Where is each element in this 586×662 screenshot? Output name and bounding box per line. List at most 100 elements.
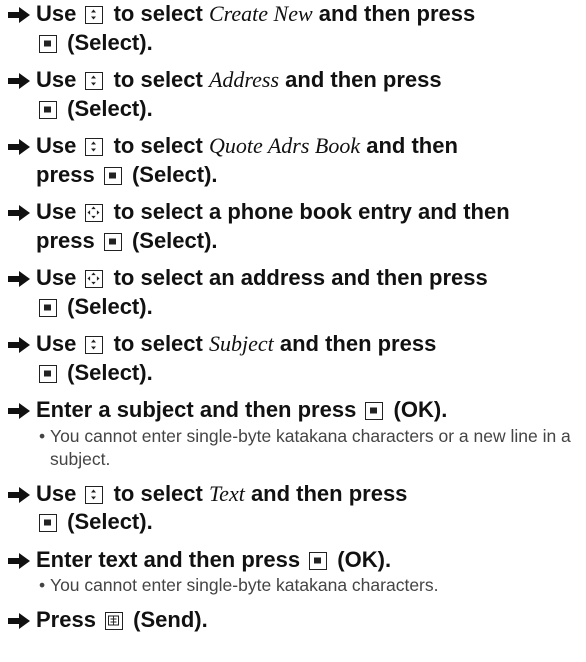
step-2-line-1: Use to select Address and then press [8, 66, 584, 95]
step-text: (Select). [125, 161, 218, 187]
right-arrow-icon [8, 139, 30, 155]
step-text: Use [36, 133, 83, 158]
right-arrow-icon [8, 552, 30, 569]
bullet: • [39, 575, 46, 595]
step-text: and then press [273, 331, 437, 356]
updown-navigation-key-icon [85, 6, 104, 24]
step-6-line-1: Use to select Subject and then press [8, 330, 584, 359]
center-select-key-icon [39, 34, 57, 53]
step-text: to select an address and then press [107, 265, 488, 290]
step-10: Press (Send). [8, 606, 584, 635]
step-text: Enter text and then press [36, 546, 307, 572]
center-select-key-icon [39, 100, 57, 119]
step-text: Use [36, 67, 83, 92]
right-arrow-icon [8, 73, 30, 89]
step-text: to select [107, 67, 209, 92]
step-6: Use to select Subject and then press (Se… [8, 330, 584, 387]
step-10-line-1: Press (Send). [8, 606, 584, 635]
step-1-line-1: Use to select Create New and then press [8, 0, 584, 29]
step-text: (Select). [61, 29, 153, 55]
step-text: (Select). [61, 95, 153, 121]
step-3-line-2: press (Select). [8, 161, 584, 190]
multi-direction-navigation-key-icon [85, 270, 104, 288]
step-7: Enter a subject and then press (OK). • Y… [8, 396, 584, 471]
step-text: to select [107, 480, 209, 506]
center-select-key-icon [103, 166, 122, 185]
step-text: Enter a subject and then press [36, 397, 363, 422]
step-8-line-1: Use to select Text and then press [8, 480, 584, 509]
step-5: Use to select an address and then press … [8, 264, 584, 321]
step-text: to select a phone book entry and then [107, 199, 510, 224]
menu-term: Address [208, 67, 280, 92]
updown-navigation-key-icon [85, 485, 104, 504]
right-arrow-icon [8, 613, 30, 629]
menu-term: Subject [208, 331, 274, 356]
instruction-steps: Use to select Create New and then press … [8, 0, 584, 644]
updown-navigation-key-icon [85, 72, 104, 90]
step-2-line-2: (Select). [8, 95, 584, 124]
step-3-line-1: Use to select Quote Adrs Book and then [8, 132, 584, 161]
right-arrow-icon [8, 205, 30, 221]
step-text: Use [36, 199, 83, 224]
step-text: press [36, 161, 101, 187]
step-1-line-2: (Select). [8, 29, 584, 58]
step-text: to select [107, 1, 209, 26]
step-9-line-1: Enter text and then press (OK). [8, 546, 584, 575]
right-arrow-icon [8, 7, 30, 23]
step-1: Use to select Create New and then press … [8, 0, 584, 57]
step-text: to select [107, 133, 209, 158]
step-9-note: • You cannot enter single-byte katakana … [8, 574, 584, 597]
step-3: Use to select Quote Adrs Book and then p… [8, 132, 584, 189]
step-5-line-1: Use to select an address and then press [8, 264, 584, 293]
center-select-key-icon [39, 298, 57, 317]
right-arrow-icon [8, 403, 30, 419]
step-4-line-2: press (Select). [8, 227, 584, 256]
center-select-key-icon [39, 364, 57, 383]
bullet: • [39, 425, 46, 446]
step-2: Use to select Address and then press (Se… [8, 66, 584, 123]
step-text: (Select). [125, 227, 218, 253]
step-6-line-2: (Select). [8, 359, 584, 388]
step-4: Use to select a phone book entry and the… [8, 198, 584, 255]
step-text: (Select). [61, 293, 153, 319]
step-text: and then press [244, 480, 408, 506]
updown-navigation-key-icon [85, 138, 104, 156]
center-select-key-icon [309, 551, 328, 570]
step-text: Use [36, 1, 83, 26]
note-text: You cannot enter single-byte katakana ch… [50, 575, 439, 595]
updown-navigation-key-icon [85, 336, 104, 354]
multi-direction-navigation-key-icon [85, 204, 104, 222]
right-arrow-icon [8, 337, 30, 353]
step-text: and then press [279, 67, 442, 92]
step-text: Use [36, 265, 83, 290]
center-select-key-icon [39, 514, 57, 532]
step-9: Enter text and then press (OK). • You ca… [8, 546, 584, 598]
step-8: Use to select Text and then press (Selec… [8, 480, 584, 537]
step-text: press [36, 227, 101, 253]
menu-term: Quote Adrs Book [208, 133, 361, 158]
menu-term: Create New [208, 1, 313, 26]
step-text: Press [36, 607, 103, 632]
step-text: (OK). [387, 397, 448, 422]
center-select-key-icon [103, 232, 122, 251]
send-key-icon [105, 612, 124, 630]
step-text: (Send). [127, 607, 208, 632]
step-text: Use [36, 331, 83, 356]
step-8-line-2: (Select). [8, 508, 584, 537]
right-arrow-icon [8, 271, 30, 287]
step-text: (OK). [331, 546, 392, 572]
step-text: Use [36, 480, 83, 506]
note-text: You cannot enter single-byte katakana ch… [50, 425, 571, 469]
step-7-note: • You cannot enter single-byte katakana … [8, 425, 584, 471]
center-select-key-icon [365, 402, 384, 420]
step-text: (Select). [61, 509, 153, 534]
step-5-line-2: (Select). [8, 293, 584, 322]
step-text: (Select). [61, 359, 153, 385]
menu-term: Text [208, 480, 245, 506]
step-4-line-1: Use to select a phone book entry and the… [8, 198, 584, 227]
step-text: to select [107, 331, 209, 356]
right-arrow-icon [8, 486, 30, 503]
step-7-line-1: Enter a subject and then press (OK). [8, 396, 584, 425]
step-text: and then [360, 133, 458, 158]
step-text: and then press [312, 1, 476, 26]
